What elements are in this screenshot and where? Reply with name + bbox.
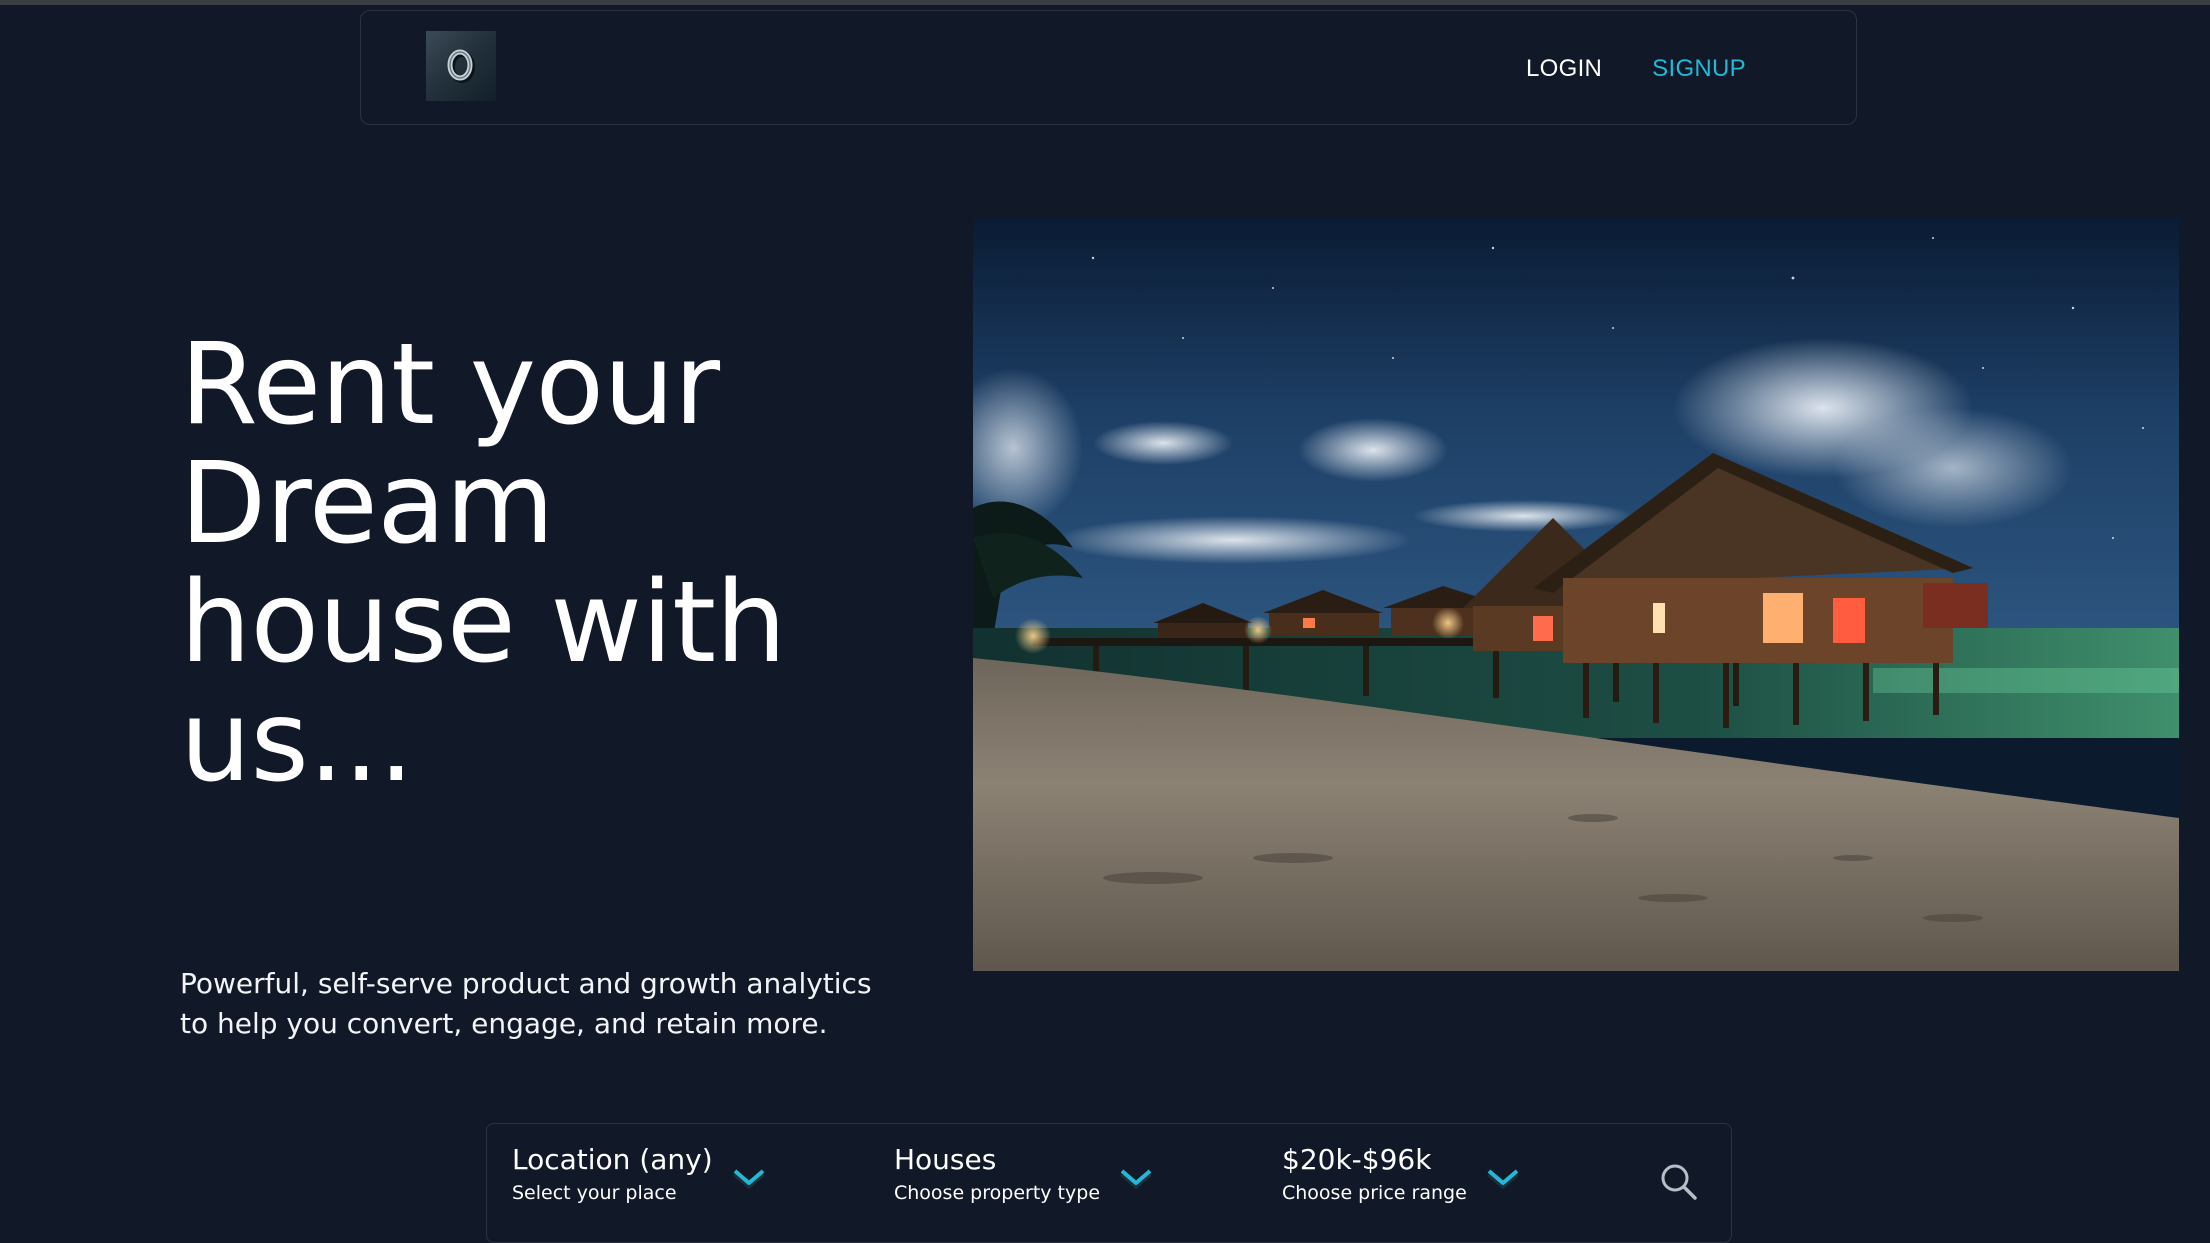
logo-mark-icon <box>447 49 475 83</box>
hero-subtitle: Powerful, self-serve product and growth … <box>180 964 872 1044</box>
location-hint: Select your place <box>512 1182 677 1204</box>
property-type-hint: Choose property type <box>894 1182 1101 1204</box>
chevron-down-icon[interactable] <box>1486 1168 1520 1192</box>
price-filter[interactable]: $20k-$96k Choose price range <box>1282 1142 1467 1204</box>
navbar: LOGIN SIGNUP <box>360 10 1857 125</box>
hero-title: Rent your Dream house with us... <box>180 326 786 802</box>
property-search-bar: Location (any) Select your place Houses … <box>486 1123 1732 1243</box>
signup-link[interactable]: SIGNUP <box>1652 55 1746 83</box>
login-link[interactable]: LOGIN <box>1526 55 1602 83</box>
chevron-down-icon[interactable] <box>732 1168 766 1192</box>
location-filter[interactable]: Location (any) Select your place <box>512 1142 713 1204</box>
property-type-filter[interactable]: Houses Choose property type <box>894 1142 1100 1204</box>
location-value: Location (any) <box>512 1143 713 1176</box>
price-hint: Choose price range <box>1282 1182 1467 1204</box>
browser-top-strip <box>0 0 2210 5</box>
price-value: $20k-$96k <box>1282 1143 1432 1176</box>
chevron-down-icon[interactable] <box>1119 1168 1153 1192</box>
nav-links: LOGIN SIGNUP <box>1526 55 1746 83</box>
hero-subtitle-line: to help you convert, engage, and retain … <box>180 1007 828 1040</box>
beach-bungalows-night-image <box>973 218 2179 971</box>
hero-subtitle-line: Powerful, self-serve product and growth … <box>180 967 872 1000</box>
property-type-value: Houses <box>894 1143 997 1176</box>
hero-title-line: Dream <box>180 439 554 569</box>
site-logo[interactable] <box>426 31 496 101</box>
hero-title-line: Rent your <box>180 320 720 450</box>
hero-title-line: house with <box>180 558 786 688</box>
hero-image <box>973 218 2179 971</box>
hero-title-line: us... <box>180 677 414 807</box>
search-icon[interactable] <box>1659 1162 1699 1202</box>
